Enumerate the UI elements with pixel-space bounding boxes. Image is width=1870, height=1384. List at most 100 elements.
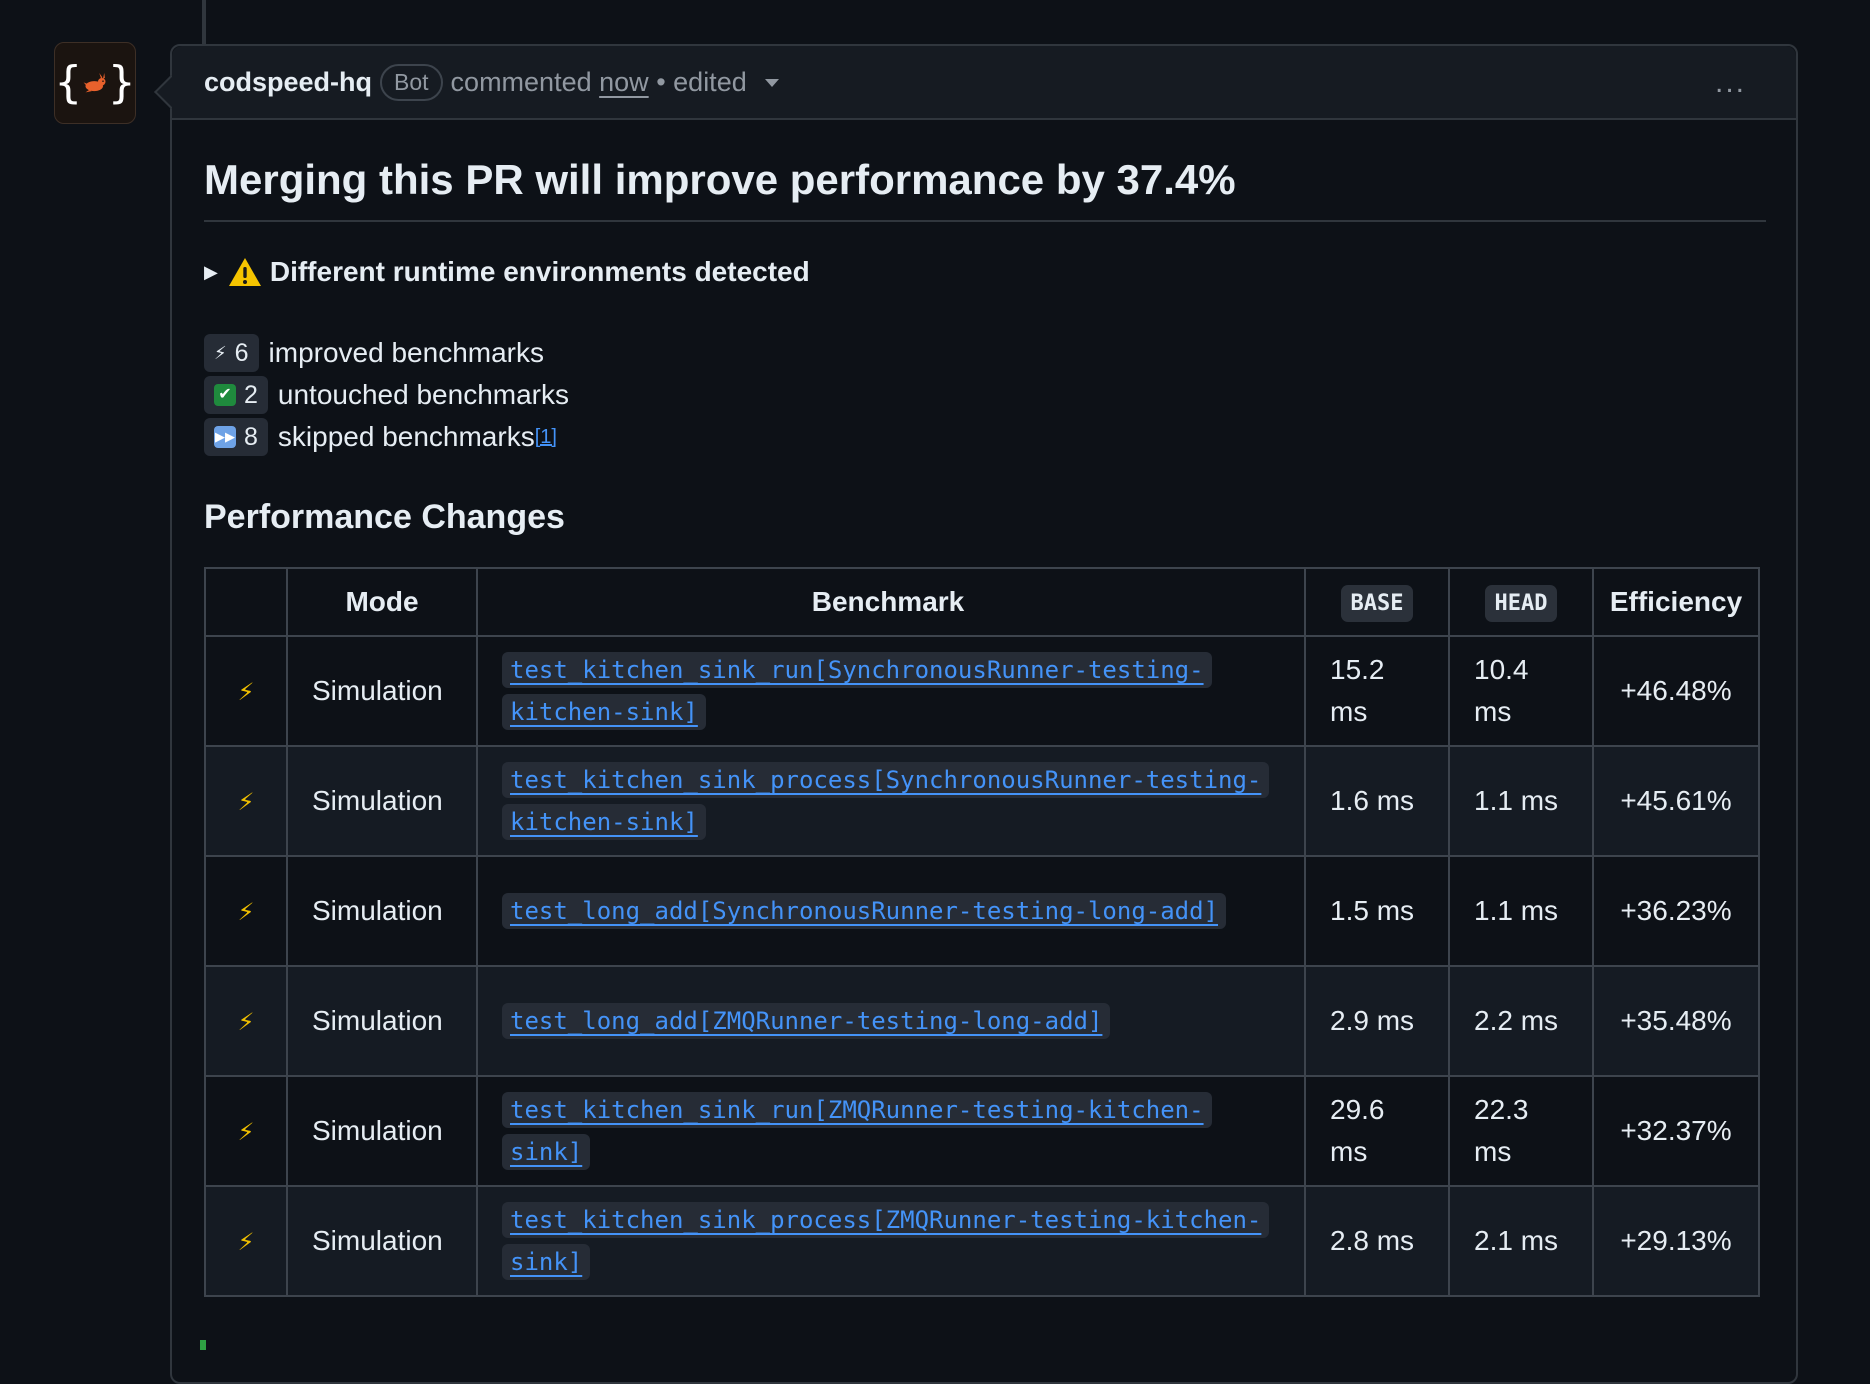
base-cell: 1.5 ms <box>1304 855 1450 967</box>
timeline-line <box>202 0 206 44</box>
more-options-icon[interactable]: ... <box>1715 68 1746 98</box>
fast-forward-icon: ▶▶ <box>214 426 236 448</box>
separator: • <box>656 66 666 97</box>
efficiency-cell: +45.61% <box>1592 745 1760 857</box>
base-cell: 1.6 ms <box>1304 745 1450 857</box>
benchmark-summary: ⚡ 6 improved benchmarks ✔ 2 untouched be… <box>204 332 1764 458</box>
lightning-icon: ⚡ <box>237 1009 255 1036</box>
head-cell: 22.3 ms <box>1448 1075 1594 1187</box>
head-cell: 1.1 ms <box>1448 855 1594 967</box>
timestamp-link[interactable]: now <box>599 67 649 97</box>
header-base: BASE <box>1304 567 1450 637</box>
rabbit-icon <box>83 73 105 93</box>
head-cell: 2.2 ms <box>1448 965 1594 1077</box>
footnote-link[interactable]: [1] <box>535 416 557 458</box>
summary-untouched: ✔ 2 untouched benchmarks <box>204 374 1764 416</box>
triangle-right-icon: ▶ <box>204 261 218 282</box>
edited-dropdown[interactable]: edited <box>673 67 779 97</box>
row-icon-cell: ⚡ <box>204 745 288 857</box>
benchmark-cell: test_long_add[ZMQRunner-testing-long-add… <box>476 965 1306 1077</box>
page-title: Merging this PR will improve performance… <box>204 156 1766 222</box>
mode-cell: Simulation <box>286 1185 478 1297</box>
head-cell: 10.4 ms <box>1448 635 1594 747</box>
skipped-count-pill: ▶▶ 8 <box>204 418 268 456</box>
section-title: Performance Changes <box>204 498 565 536</box>
mode-cell: Simulation <box>286 855 478 967</box>
benchmark-link[interactable]: test_kitchen_sink_process[SynchronousRun… <box>502 762 1270 840</box>
benchmark-cell: test_kitchen_sink_process[SynchronousRun… <box>476 745 1306 857</box>
performance-table: Mode Benchmark BASE HEAD Efficiency ⚡ Si… <box>204 567 1760 1297</box>
header-icon <box>204 567 288 637</box>
row-icon-cell: ⚡ <box>204 1075 288 1187</box>
benchmark-link[interactable]: test_kitchen_sink_run[ZMQRunner-testing-… <box>502 1092 1212 1170</box>
lightning-icon: ⚡ <box>237 1119 255 1146</box>
head-cell: 1.1 ms <box>1448 745 1594 857</box>
details-summary: Different runtime environments detected <box>269 256 810 287</box>
untouched-label: untouched benchmarks <box>277 379 569 410</box>
brace-left-icon: { <box>55 57 82 108</box>
base-cell: 29.6 ms <box>1304 1075 1450 1187</box>
efficiency-cell: +35.48% <box>1592 965 1760 1077</box>
header-head: HEAD <box>1448 567 1594 637</box>
edited-label: edited <box>673 66 747 97</box>
efficiency-cell: +46.48% <box>1592 635 1760 747</box>
efficiency-cell: +29.13% <box>1592 1185 1760 1297</box>
chevron-down-icon <box>764 79 779 88</box>
head-label: HEAD <box>1484 584 1558 622</box>
table-row: ⚡ Simulation test_kitchen_sink_process[Z… <box>204 1185 1760 1297</box>
benchmark-cell: test_kitchen_sink_run[SynchronousRunner-… <box>476 635 1306 747</box>
header-mode: Mode <box>286 567 478 637</box>
lightning-icon: ⚡ <box>237 789 255 816</box>
base-cell: 15.2 ms <box>1304 635 1450 747</box>
details-toggle[interactable]: ▶ Different runtime environments detecte… <box>204 256 1764 288</box>
benchmark-link[interactable]: test_long_add[ZMQRunner-testing-long-add… <box>502 1003 1111 1039</box>
row-icon-cell: ⚡ <box>204 1185 288 1297</box>
comment-meta: commented now • edited <box>451 67 779 98</box>
table-row: ⚡ Simulation test_kitchen_sink_process[S… <box>204 745 1760 857</box>
row-icon-cell: ⚡ <box>204 855 288 967</box>
improved-label: improved benchmarks <box>268 337 544 368</box>
base-cell: 2.9 ms <box>1304 965 1450 1077</box>
row-icon-cell: ⚡ <box>204 635 288 747</box>
warning-icon <box>228 258 261 286</box>
summary-improved: ⚡ 6 improved benchmarks <box>204 332 1764 374</box>
mode-cell: Simulation <box>286 745 478 857</box>
mode-cell: Simulation <box>286 965 478 1077</box>
table-header-row: Mode Benchmark BASE HEAD Efficiency <box>204 567 1760 637</box>
improved-count: 6 <box>234 339 249 367</box>
efficiency-cell: +36.23% <box>1592 855 1760 967</box>
benchmark-link[interactable]: test_kitchen_sink_process[ZMQRunner-test… <box>502 1202 1270 1280</box>
diff-marker <box>200 1340 206 1350</box>
lightning-icon: ⚡ <box>237 899 255 926</box>
untouched-count-pill: ✔ 2 <box>204 376 268 414</box>
checkmark-icon: ✔ <box>214 384 236 406</box>
action-text: commented <box>450 66 592 97</box>
comment-header: codspeed-hq Bot commented now • edited .… <box>172 46 1796 120</box>
table-row: ⚡ Simulation test_long_add[SynchronousRu… <box>204 855 1760 967</box>
untouched-count: 2 <box>244 381 258 409</box>
improved-count-pill: ⚡ 6 <box>204 334 259 372</box>
benchmark-link[interactable]: test_kitchen_sink_run[SynchronousRunner-… <box>502 652 1212 730</box>
skipped-label: skipped benchmarks <box>277 421 535 452</box>
comment-box: codspeed-hq Bot commented now • edited .… <box>170 44 1798 1384</box>
head-cell: 2.1 ms <box>1448 1185 1594 1297</box>
base-label: BASE <box>1340 584 1414 622</box>
header-efficiency: Efficiency <box>1592 567 1760 637</box>
summary-skipped: ▶▶ 8 skipped benchmarks [1] <box>204 416 1764 458</box>
lightning-icon: ⚡ <box>237 1229 255 1256</box>
lightning-icon: ⚡ <box>214 343 227 363</box>
table-row: ⚡ Simulation test_long_add[ZMQRunner-tes… <box>204 965 1760 1077</box>
benchmark-cell: test_long_add[SynchronousRunner-testing-… <box>476 855 1306 967</box>
row-icon-cell: ⚡ <box>204 965 288 1077</box>
header-benchmark: Benchmark <box>476 567 1306 637</box>
efficiency-cell: +32.37% <box>1592 1075 1760 1187</box>
skipped-count: 8 <box>244 423 258 451</box>
benchmark-link[interactable]: test_long_add[SynchronousRunner-testing-… <box>502 893 1227 929</box>
mode-cell: Simulation <box>286 635 478 747</box>
lightning-icon: ⚡ <box>237 679 255 706</box>
author-name[interactable]: codspeed-hq <box>204 67 372 98</box>
brace-right-icon: } <box>108 57 136 108</box>
benchmark-cell: test_kitchen_sink_run[ZMQRunner-testing-… <box>476 1075 1306 1187</box>
table-row: ⚡ Simulation test_kitchen_sink_run[Synch… <box>204 635 1760 747</box>
avatar[interactable]: { } <box>54 42 136 124</box>
